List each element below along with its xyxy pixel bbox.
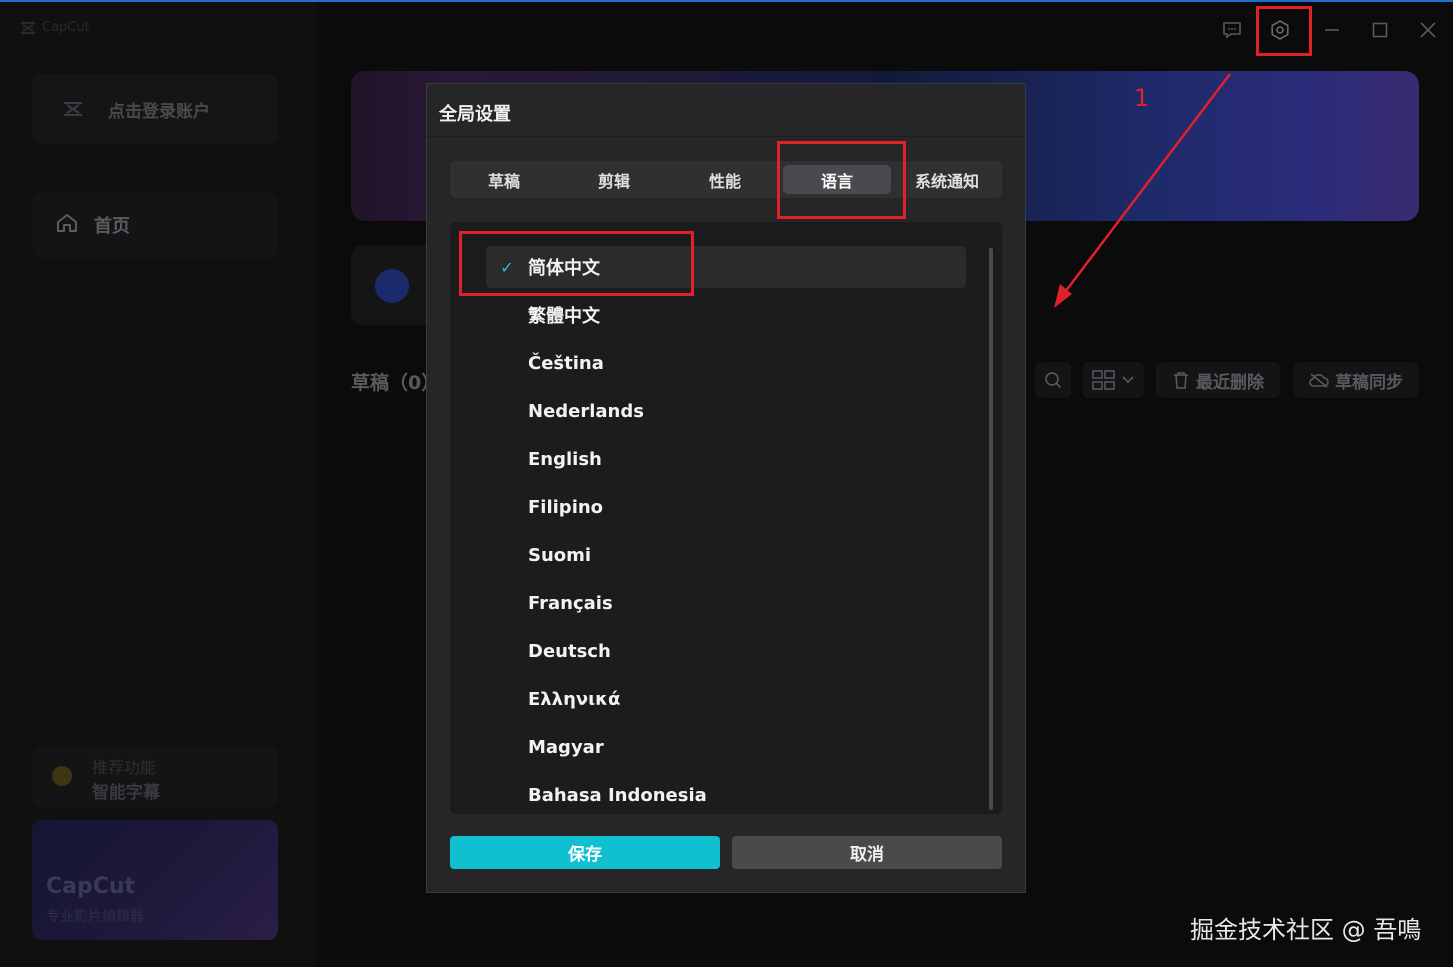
tab-performance[interactable]: 性能 [671,161,779,198]
promo-title: 智能字幕 [92,783,160,803]
settings-tabs: 草稿 剪辑 性能 语言 系统通知 [450,161,1002,198]
language-name: English [528,448,602,470]
logo-text: CapCut [42,20,90,35]
language-name: 繁體中文 [528,306,600,327]
grid-view-icon [1092,370,1115,390]
tab-drafts[interactable]: 草稿 [450,161,558,198]
language-option[interactable]: Suomi [486,534,966,576]
language-name: Suomi [528,544,592,566]
lightbulb-icon [52,766,72,786]
language-name: Deutsch [528,640,611,662]
sidebar: CapCut 点击登录账户 首页 推荐功能 智能字幕 CapCut 专业影片编辑… [0,2,316,967]
global-settings-dialog: 全局设置 草稿 剪辑 性能 语言 系统通知 ✓ 简体中文 繁體中文 Češtin… [426,83,1026,893]
language-option[interactable]: Français [486,582,966,624]
language-option[interactable]: Nederlands [486,390,966,432]
save-button[interactable]: 保存 [450,836,720,869]
minimize-button[interactable] [1316,14,1348,46]
view-mode-dropdown[interactable] [1082,362,1144,398]
selected-language-highlight-box [459,231,694,296]
language-option[interactable]: Deutsch [486,630,966,672]
minimize-icon [1325,29,1339,31]
language-option[interactable]: Čeština [486,342,966,384]
language-name: Čeština [528,352,604,374]
language-name: Filipino [528,496,604,518]
draft-sync-button[interactable]: 草稿同步 [1294,362,1418,398]
watermark: 掘金技术社区 @ 吾鳴 [1190,916,1422,944]
language-list: ✓ 简体中文 繁體中文 Čeština Nederlands English F… [450,222,1002,814]
maximize-icon [1372,22,1388,38]
login-button[interactable]: 点击登录账户 [32,74,278,144]
language-name: Français [528,592,613,614]
dialog-title: 全局设置 [439,104,511,125]
language-tab-highlight-box [777,141,906,219]
language-option[interactable]: Ελληνικά [486,678,966,720]
home-label: 首页 [94,216,130,237]
chevron-down-icon [1122,376,1134,384]
dialog-divider [427,136,1025,137]
account-icon [62,100,84,118]
recent-delete-button[interactable]: 最近删除 [1156,362,1280,398]
recommended-feature-card[interactable]: 推荐功能 智能字幕 [32,746,278,808]
language-option[interactable]: Magyar [486,726,966,768]
close-icon [1420,22,1436,38]
language-name: Nederlands [528,400,644,422]
tab-system-notifications[interactable]: 系统通知 [893,161,1001,198]
app-logo: CapCut [20,20,90,35]
search-button[interactable] [1035,362,1071,398]
ad-subtitle: 专业影片编辑器 [46,909,144,925]
language-option[interactable]: English [486,438,966,480]
cloud-sync-icon [1309,373,1329,388]
trash-icon [1174,372,1188,389]
recent-delete-label: 最近删除 [1196,372,1264,393]
feedback-icon [1223,22,1241,39]
annotation-number: 1 [1134,84,1150,112]
language-option[interactable]: 繁體中文 [486,294,966,336]
maximize-button[interactable] [1364,14,1396,46]
ad-title: CapCut [46,874,136,899]
close-button[interactable] [1412,14,1444,46]
draft-sync-label: 草稿同步 [1335,372,1403,393]
sidebar-item-home[interactable]: 首页 [32,192,278,258]
language-option[interactable]: Filipino [486,486,966,528]
language-option[interactable]: Bahasa Indonesia [486,774,966,814]
create-project-icon [375,269,409,303]
cancel-button[interactable]: 取消 [732,836,1002,869]
language-list-scrollbar[interactable] [989,248,993,810]
settings-highlight-box [1256,6,1312,56]
language-name: Ελληνικά [528,688,621,710]
tab-editing[interactable]: 剪辑 [560,161,668,198]
language-name: Bahasa Indonesia [528,784,707,806]
language-name: Magyar [528,736,604,758]
capcut-ad-banner[interactable]: CapCut 专业影片编辑器 [32,820,278,940]
login-label: 点击登录账户 [108,101,210,122]
feedback-button[interactable] [1216,14,1248,46]
promo-subtitle: 推荐功能 [92,758,157,777]
search-icon [1045,372,1062,389]
capcut-logo-icon [21,21,35,34]
home-icon [56,213,78,237]
